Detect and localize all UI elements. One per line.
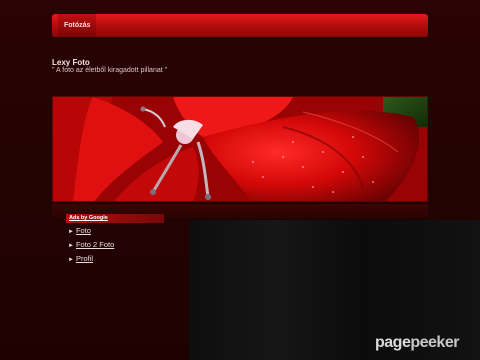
sidebar-link-label: Foto [75, 226, 91, 235]
watermark-part-peeker: peeker [410, 334, 459, 351]
red-flower-photo [53, 97, 427, 201]
triangle-right-icon: ► [68, 243, 74, 249]
sidebar-link-label: Profil [75, 254, 94, 263]
sidebar: Ads by Google ► Foto ► Foto 2 Foto ► Profil [66, 214, 164, 265]
sidebar-link-foto[interactable]: ► Foto [66, 226, 164, 237]
site-slogan: " A foto az életből kiragadott pillanat … [52, 67, 168, 74]
sidebar-link-foto-2-foto[interactable]: ► Foto 2 Foto [66, 240, 164, 251]
triangle-right-icon: ► [68, 257, 74, 263]
watermark-part-page: page [375, 334, 411, 351]
site-title[interactable]: Lexy Foto [52, 58, 90, 67]
header-banner-image [52, 96, 428, 202]
top-navigation-bar: Fotózás [52, 14, 428, 37]
pagepeeker-watermark: pagepeeker [375, 334, 459, 352]
sidebar-link-profil[interactable]: ► Profil [66, 254, 164, 265]
ads-by-google-link[interactable]: Ads by Google [66, 214, 164, 223]
nav-tab-fotozas[interactable]: Fotózás [58, 14, 97, 37]
sidebar-link-label: Foto 2 Foto [75, 240, 115, 249]
triangle-right-icon: ► [68, 229, 74, 235]
